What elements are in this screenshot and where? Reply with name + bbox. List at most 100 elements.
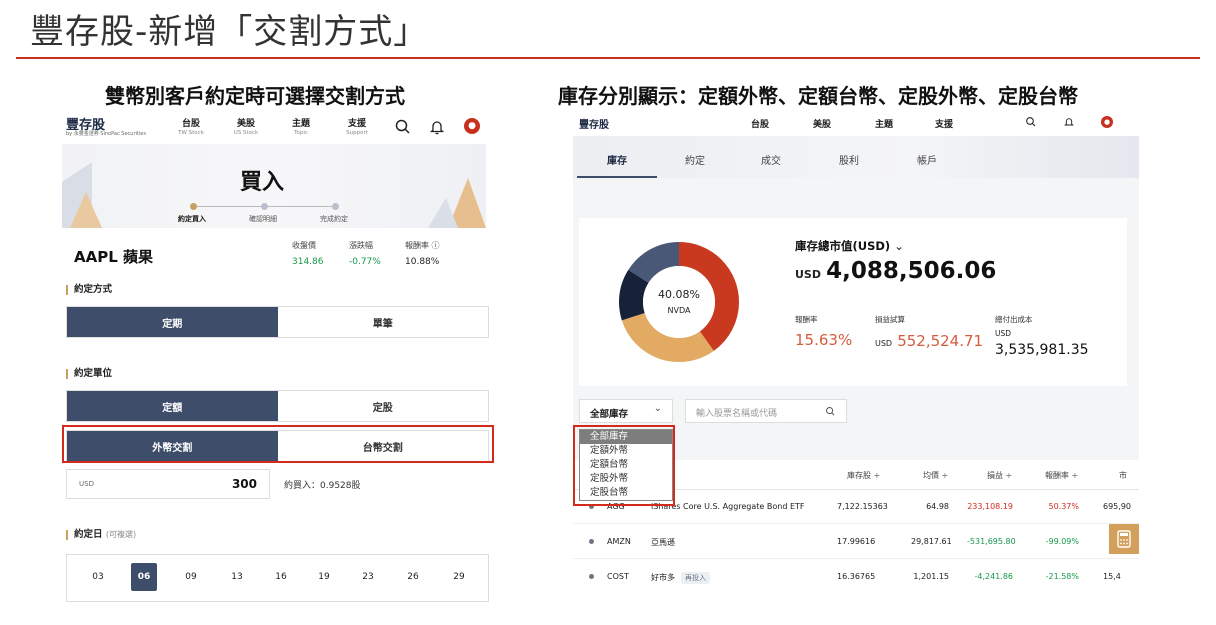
market-cell: 15,4 bbox=[1103, 572, 1121, 581]
step-dot bbox=[190, 203, 197, 210]
section-label-method: 約定方式 bbox=[66, 285, 112, 295]
stock-name-text: 亞馬遜 bbox=[651, 538, 675, 547]
nav-sublabel: Topic bbox=[294, 130, 308, 136]
metric-return: 報酬率 ⓘ 10.88% bbox=[405, 240, 440, 267]
column-header[interactable]: 均價 ÷ bbox=[923, 470, 948, 481]
search-placeholder: 輸入股票名稱或代碼 bbox=[696, 409, 778, 419]
stock-name: 好市多 再投入 bbox=[651, 572, 710, 584]
stock-name-text: 好市多 bbox=[651, 573, 675, 582]
buy-screen: 豐存股 by 永豐金證券 SinoPac Securities 台股 TW Sto… bbox=[62, 108, 494, 608]
metric-change: 漲跌幅 -0.77% bbox=[349, 240, 381, 267]
amount-value: 300 bbox=[231, 477, 257, 491]
stock-search-input[interactable]: 輸入股票名稱或代碼 bbox=[685, 399, 847, 423]
filter-option[interactable]: 定股台幣 bbox=[580, 486, 672, 500]
shares-cell: 7,122.15363 bbox=[837, 502, 888, 511]
table-row[interactable]: AMZN 亞馬遜 17.99616 29,817.61 -531,695.80 -99.0… bbox=[573, 525, 1139, 559]
nav-topic[interactable]: 主題 Topic bbox=[276, 116, 326, 136]
summary-card: 40.08% NVDA 庫存總市值(USD) ⌄ USD 4,088,506.0… bbox=[579, 218, 1127, 386]
method-selector: 定期 單筆 bbox=[66, 306, 489, 338]
avg-cell: 29,817.61 bbox=[911, 537, 952, 546]
day-option[interactable]: 16 bbox=[268, 563, 294, 591]
option-fixed-amount[interactable]: 定額 bbox=[67, 391, 278, 421]
nav-us-stock[interactable]: 美股 bbox=[813, 117, 831, 130]
day-option[interactable]: 23 bbox=[355, 563, 381, 591]
nav-label: 主題 bbox=[291, 119, 310, 129]
metric-value: -0.77% bbox=[349, 257, 381, 267]
nav-support[interactable]: 支援 Support bbox=[332, 116, 382, 136]
tab-trades[interactable]: 成交 bbox=[761, 152, 781, 167]
inventory-filter-menu: 全部庫存 定額外幣 定額台幣 定股外幣 定股台幣 bbox=[579, 429, 673, 501]
return-cell: 50.37% bbox=[1048, 502, 1079, 511]
donut-percent: 40.08% bbox=[658, 288, 700, 301]
nav-support[interactable]: 支援 bbox=[935, 117, 953, 130]
caption-left: 雙幣別客戶約定時可選擇交割方式 bbox=[105, 84, 405, 108]
row-bullet bbox=[589, 574, 594, 579]
option-periodic[interactable]: 定期 bbox=[67, 307, 278, 337]
kpi-return: 報酬率 15.63% bbox=[795, 314, 852, 349]
day-option[interactable]: 13 bbox=[224, 563, 250, 591]
column-header[interactable]: 市 bbox=[1119, 470, 1127, 481]
column-header[interactable]: 庫存股 ÷ bbox=[847, 470, 880, 481]
avg-cell: 64.98 bbox=[926, 502, 949, 511]
nav-label: 台股 bbox=[181, 119, 200, 129]
nav-tw-stock[interactable]: 台股 TW Stock bbox=[166, 116, 216, 136]
filter-option[interactable]: 全部庫存 bbox=[580, 430, 672, 444]
kpi-currency: USD bbox=[995, 329, 1012, 338]
column-header[interactable]: 報酬率 ÷ bbox=[1045, 470, 1078, 481]
option-fixed-shares[interactable]: 定股 bbox=[277, 391, 488, 421]
total-value: USD 4,088,506.06 bbox=[795, 258, 996, 284]
nav-topic[interactable]: 主題 bbox=[875, 117, 893, 130]
amount-input[interactable]: USD 300 bbox=[66, 469, 270, 499]
bell-icon[interactable] bbox=[1063, 116, 1075, 128]
option-single[interactable]: 單筆 bbox=[277, 307, 488, 337]
pl-cell: -4,241.86 bbox=[974, 572, 1013, 581]
chevron-down-icon[interactable]: ⌄ bbox=[894, 239, 904, 253]
nav-tw-stock[interactable]: 台股 bbox=[751, 117, 769, 130]
nav-us-stock[interactable]: 美股 US Stock bbox=[221, 116, 271, 136]
donut-chart bbox=[619, 242, 739, 362]
unit-selector: 定額 定股 bbox=[66, 390, 489, 422]
stock-code: AMZN bbox=[607, 537, 631, 546]
filter-option[interactable]: 定額外幣 bbox=[580, 444, 672, 458]
nav-sublabel: TW Stock bbox=[178, 130, 204, 136]
metric-value: 10.88% bbox=[405, 257, 440, 267]
table-row[interactable]: COST 好市多 再投入 16.36765 1,201.15 -4,241.86 -21.5… bbox=[573, 560, 1139, 592]
inventory-filter-select[interactable]: 全部庫存 ⌄ bbox=[579, 399, 673, 423]
filter-option[interactable]: 定額台幣 bbox=[580, 458, 672, 472]
top-nav: 豐存股 台股 美股 主題 支援 ● bbox=[573, 108, 1139, 136]
return-cell: -21.58% bbox=[1045, 572, 1079, 581]
title-divider bbox=[16, 57, 1200, 59]
tab-agreement[interactable]: 約定 bbox=[685, 152, 705, 167]
tab-account[interactable]: 帳戶 bbox=[917, 152, 937, 167]
day-picker: 03 06 09 13 16 19 23 26 29 bbox=[66, 554, 489, 602]
filter-option[interactable]: 定股外幣 bbox=[580, 472, 672, 486]
highlight-box bbox=[62, 425, 494, 463]
avatar-icon[interactable]: ● bbox=[1101, 116, 1113, 128]
bell-icon[interactable] bbox=[428, 118, 446, 136]
day-option[interactable]: 09 bbox=[178, 563, 204, 591]
search-icon[interactable] bbox=[394, 118, 412, 136]
brand-logo[interactable]: 豐存股 bbox=[579, 116, 609, 131]
top-nav: 豐存股 by 永豐金證券 SinoPac Securities 台股 TW Sto… bbox=[62, 108, 492, 144]
day-option[interactable]: 03 bbox=[85, 563, 111, 591]
tab-inventory[interactable]: 庫存 bbox=[607, 152, 627, 167]
day-option[interactable]: 26 bbox=[400, 563, 426, 591]
step-dot bbox=[332, 203, 339, 210]
kpi-value: 3,535,981.35 bbox=[995, 342, 1089, 358]
tab-bar: 庫存 約定 成交 股利 帳戶 bbox=[573, 136, 1139, 178]
avatar-icon[interactable]: ● bbox=[464, 118, 480, 134]
metric-value: 314.86 bbox=[292, 257, 324, 267]
column-header[interactable]: 損益 ÷ bbox=[987, 470, 1012, 481]
day-option[interactable]: 06 bbox=[131, 563, 157, 591]
info-icon[interactable]: ⓘ bbox=[432, 241, 440, 250]
currency-label: USD bbox=[79, 480, 94, 488]
total-value-title[interactable]: 庫存總市值(USD) ⌄ bbox=[795, 238, 904, 254]
day-option[interactable]: 29 bbox=[446, 563, 472, 591]
search-icon[interactable] bbox=[1025, 116, 1037, 128]
stock-code: COST bbox=[607, 572, 629, 581]
chevron-down-icon: ⌄ bbox=[653, 403, 662, 414]
stock-name: AAPL 蘋果 bbox=[74, 248, 153, 266]
day-option[interactable]: 19 bbox=[311, 563, 337, 591]
tab-dividend[interactable]: 股利 bbox=[839, 152, 859, 167]
calculator-icon[interactable] bbox=[1109, 524, 1139, 554]
